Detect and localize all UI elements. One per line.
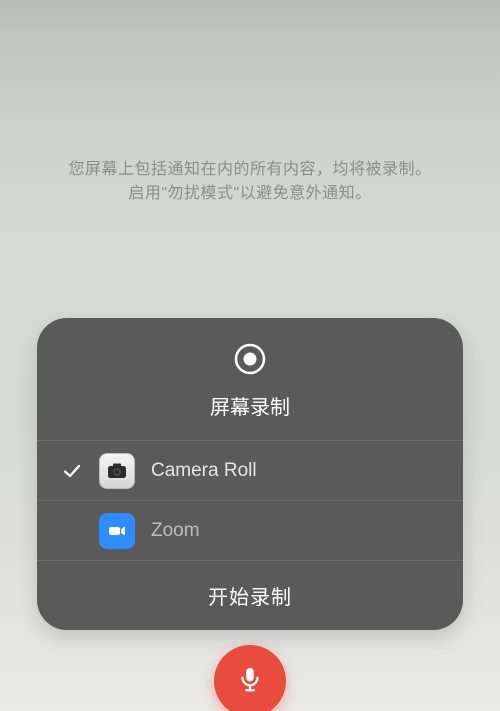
option-camera-roll[interactable]: Camera Roll bbox=[37, 440, 463, 500]
microphone-button[interactable] bbox=[214, 645, 286, 711]
microphone-icon bbox=[235, 664, 265, 699]
info-line-1: 您屏幕上包括通知在内的所有内容，均将被录制。 bbox=[0, 158, 500, 182]
recording-info-text: 您屏幕上包括通知在内的所有内容，均将被录制。 启用"勿扰模式"以避免意外通知。 bbox=[0, 158, 500, 206]
panel-title: 屏幕录制 bbox=[210, 391, 290, 420]
option-zoom[interactable]: Zoom bbox=[37, 500, 463, 560]
zoom-app-icon bbox=[99, 513, 135, 549]
option-label: Zoom bbox=[151, 520, 200, 542]
record-target-icon bbox=[233, 342, 267, 381]
broadcast-target-list: Camera Roll Zoom bbox=[37, 440, 463, 560]
info-line-2: 启用"勿扰模式"以避免意外通知。 bbox=[0, 182, 500, 206]
start-recording-label: 开始录制 bbox=[208, 581, 292, 610]
screen-recording-panel: 屏幕录制 Camera Roll bbox=[37, 318, 463, 630]
panel-header: 屏幕录制 bbox=[37, 318, 463, 440]
checkmark-icon bbox=[61, 461, 83, 481]
start-recording-button[interactable]: 开始录制 bbox=[37, 560, 463, 630]
camera-roll-app-icon bbox=[99, 453, 135, 489]
option-label: Camera Roll bbox=[151, 460, 257, 482]
